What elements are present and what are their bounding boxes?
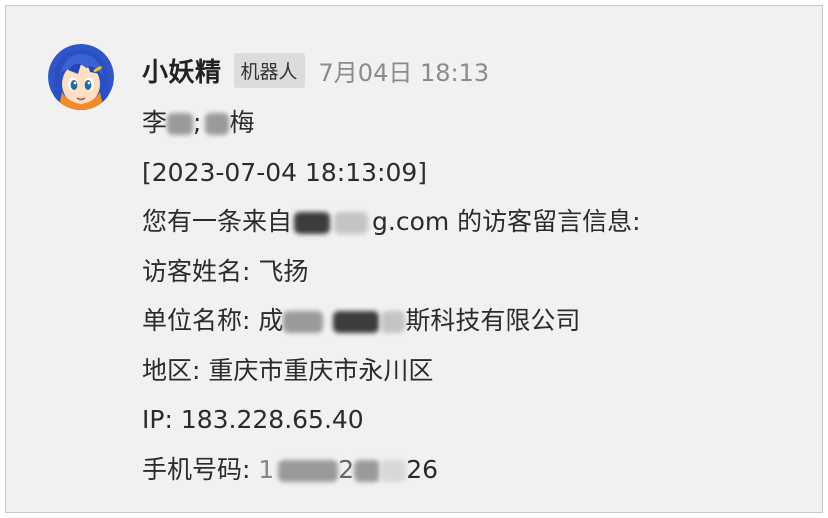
company-line: 单位名称: 成 斯科技有限公司 [142, 296, 641, 346]
bot-badge: 机器人 [233, 52, 305, 88]
notice-line: 您有一条来自 g.com 的访客留言信息: [142, 197, 641, 247]
redacted-domain [334, 212, 369, 234]
company-label: 单位名称: [142, 306, 259, 335]
phone-head: 1 [258, 454, 275, 484]
chat-message-card: 小妖精 机器人 7月04日 18:13 李; 梅 [2023-07-04 18:1… [5, 5, 823, 513]
message-body: 李; 梅 [2023-07-04 18:13:09] 您有一条来自 g.com 的访… [142, 98, 641, 494]
phone-label: 手机号码: [142, 454, 259, 484]
redacted-phone [380, 459, 407, 482]
datetime-line: [2023-07-04 18:13:09] [142, 157, 428, 187]
notice-prefix: 您有一条来自 [142, 207, 293, 236]
redacted-company [283, 311, 324, 333]
recipient-2-name-end: 梅 [229, 108, 255, 137]
redacted-text [167, 113, 194, 135]
notice-suffix: 的访客留言信息: [449, 207, 641, 236]
phone-mid: 2 [338, 454, 355, 484]
company-head: 成 [258, 306, 284, 335]
recipients-line: 李; 梅 [142, 98, 641, 148]
message-header: 小妖精 机器人 7月04日 18:13 [142, 46, 489, 94]
recipient-1-surname: 李 [142, 108, 168, 137]
sender-name[interactable]: 小妖精 [142, 52, 222, 89]
region-line: 地区: 重庆市重庆市永川区 [142, 355, 434, 385]
anime-girl-avatar-icon [48, 44, 114, 110]
redacted-text [205, 113, 230, 135]
redacted-domain [294, 212, 331, 234]
phone-line: 手机号码: 1 2 26 [142, 445, 641, 495]
redacted-company [381, 311, 406, 333]
message-timestamp: 7月04日 18:13 [318, 58, 490, 87]
visitor-name-line: 访客姓名: 飞扬 [142, 256, 309, 286]
notice-domain-tail: g.com [372, 207, 450, 236]
company-tail: 斯科技有限公司 [405, 306, 581, 335]
phone-tail: 26 [406, 454, 438, 484]
redacted-company [333, 311, 380, 333]
recipient-separator: ; [193, 108, 202, 137]
sender-avatar[interactable] [48, 44, 114, 110]
ip-line: IP: 183.228.65.40 [142, 405, 364, 434]
redacted-phone [354, 459, 381, 482]
redacted-phone [278, 459, 339, 482]
